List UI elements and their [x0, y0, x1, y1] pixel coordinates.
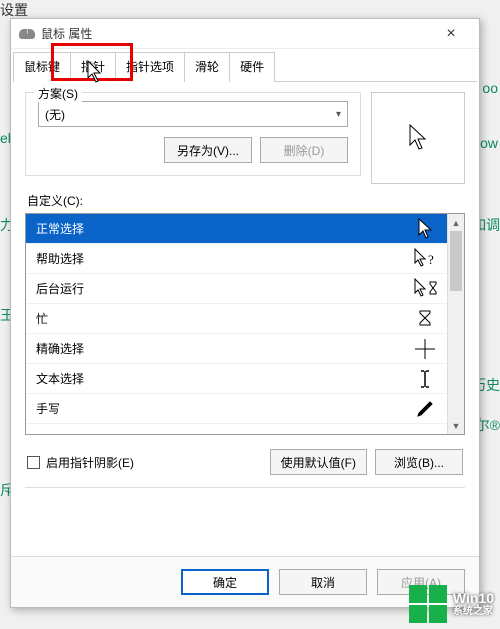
scheme-selected: (无) — [45, 106, 65, 123]
scrollbar[interactable]: ▲ ▼ — [447, 214, 464, 434]
bg-text: 设置 — [0, 0, 28, 20]
close-button[interactable]: × — [431, 20, 471, 48]
help-cursor-icon: ? — [413, 247, 437, 271]
cancel-button[interactable]: 取消 — [279, 569, 367, 595]
cursor-list[interactable]: 正常选择 帮助选择 ? 后台运行 — [26, 214, 447, 434]
cursor-name: 后台运行 — [36, 280, 84, 297]
cursor-name: 精确选择 — [36, 340, 84, 357]
tab-hardware[interactable]: 硬件 — [229, 52, 275, 82]
scheme-label: 方案(S) — [34, 85, 82, 102]
list-item[interactable]: 忙 — [26, 304, 447, 334]
checkbox-icon — [27, 456, 40, 469]
tab-pointers[interactable]: 指针 — [70, 52, 116, 82]
ibeam-cursor-icon — [413, 367, 437, 391]
pointer-shadow-checkbox[interactable]: 启用指针阴影(E) — [27, 454, 134, 471]
tab-pointer-options[interactable]: 指针选项 — [115, 52, 185, 82]
use-defaults-button[interactable]: 使用默认值(F) — [270, 449, 367, 475]
chevron-down-icon: ▾ — [336, 109, 341, 120]
watermark: Win10 系统之家 — [409, 585, 494, 623]
list-item[interactable]: 文本选择 — [26, 364, 447, 394]
titlebar: 鼠标 属性 × — [11, 19, 479, 49]
list-item[interactable]: 帮助选择 ? — [26, 244, 447, 274]
arrow-cursor-icon — [413, 217, 437, 241]
list-item[interactable]: 精确选择 — [26, 334, 447, 364]
cursor-name: 帮助选择 — [36, 250, 84, 267]
hourglass-cursor-icon — [413, 307, 437, 331]
separator — [25, 487, 465, 488]
cursor-name: 忙 — [36, 310, 48, 327]
shadow-row: 启用指针阴影(E) 使用默认值(F) 浏览(B)... — [25, 447, 465, 477]
list-item[interactable]: 后台运行 — [26, 274, 447, 304]
shadow-label: 启用指针阴影(E) — [46, 454, 134, 471]
cursor-name: 手写 — [36, 400, 60, 417]
mouse-properties-dialog: 鼠标 属性 × 鼠标键 指针 指针选项 滑轮 硬件 方案(S) (无) ▾ 另存… — [10, 18, 480, 608]
list-item[interactable]: 正常选择 — [26, 214, 447, 244]
cursor-name: 文本选择 — [36, 370, 84, 387]
crosshair-cursor-icon — [413, 337, 437, 361]
arrow-cursor-icon — [406, 123, 430, 153]
scroll-down-button[interactable]: ▼ — [448, 417, 464, 434]
bg-text: oo — [482, 80, 498, 96]
cursor-listbox: 正常选择 帮助选择 ? 后台运行 — [25, 213, 465, 435]
save-as-button[interactable]: 另存为(V)... — [164, 137, 252, 163]
watermark-line2: 系统之家 — [453, 606, 494, 617]
mouse-icon — [19, 29, 35, 39]
scheme-group: 方案(S) (无) ▾ 另存为(V)... 删除(D) — [25, 92, 361, 176]
watermark-logo-icon — [409, 585, 447, 623]
scroll-up-button[interactable]: ▲ — [448, 214, 464, 231]
delete-button[interactable]: 删除(D) — [260, 137, 348, 163]
cursor-preview — [371, 92, 465, 184]
list-item[interactable]: 手写 — [26, 394, 447, 424]
watermark-line1: Win10 — [453, 591, 494, 606]
tab-buttons[interactable]: 鼠标键 — [13, 52, 71, 82]
scheme-combo[interactable]: (无) ▾ — [38, 101, 348, 127]
tab-wheel[interactable]: 滑轮 — [184, 52, 230, 82]
pen-cursor-icon — [413, 397, 437, 421]
ok-button[interactable]: 确定 — [181, 569, 269, 595]
cursor-name: 正常选择 — [36, 220, 84, 237]
scroll-thumb[interactable] — [450, 231, 462, 291]
bg-text: ow — [480, 135, 498, 151]
dialog-title: 鼠标 属性 — [41, 25, 431, 42]
tab-strip: 鼠标键 指针 指针选项 滑轮 硬件 — [13, 51, 477, 82]
customize-label: 自定义(C): — [27, 192, 465, 209]
svg-text:?: ? — [428, 252, 434, 267]
tab-content: 方案(S) (无) ▾ 另存为(V)... 删除(D) 自定义(C): — [11, 82, 479, 556]
busy-arrow-cursor-icon — [413, 277, 437, 301]
browse-button[interactable]: 浏览(B)... — [375, 449, 463, 475]
